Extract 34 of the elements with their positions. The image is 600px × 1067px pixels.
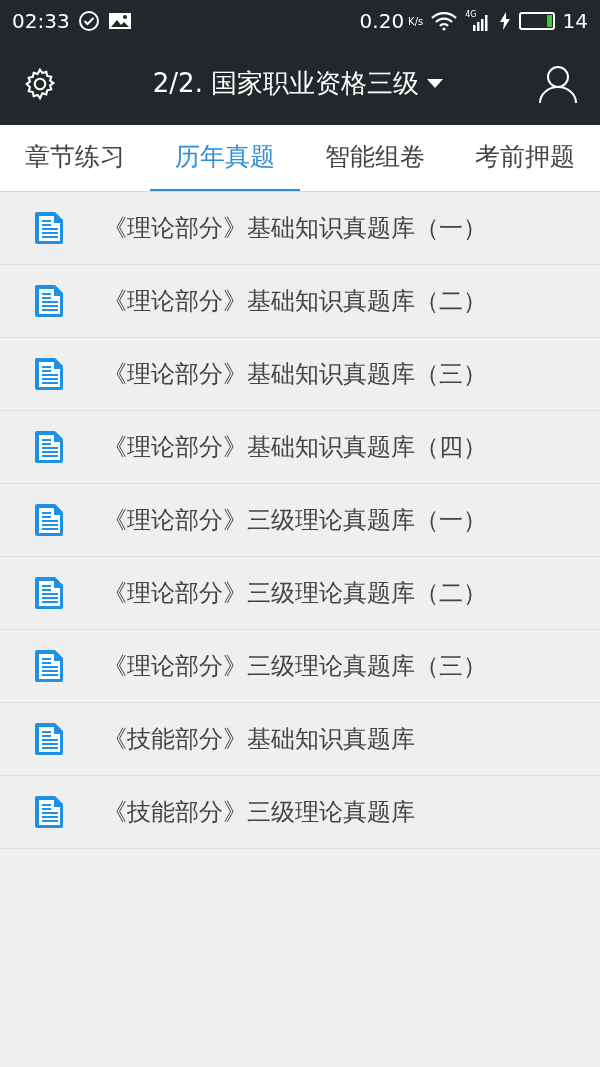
- tab[interactable]: 历年真题: [150, 125, 300, 191]
- tab[interactable]: 章节练习: [0, 125, 150, 191]
- network-speed: 0.20: [359, 8, 405, 35]
- wifi-icon: [431, 11, 458, 31]
- tab[interactable]: 考前押题: [450, 125, 600, 191]
- item-title: 《技能部分》三级理论真题库: [103, 797, 415, 828]
- speed-unit: K/s: [408, 14, 424, 29]
- item-title: 《理论部分》三级理论真题库（二）: [103, 578, 487, 609]
- list-item[interactable]: 《理论部分》基础知识真题库（三）: [0, 338, 600, 411]
- title-dropdown[interactable]: 2/2. 国家职业资格三级: [60, 64, 536, 103]
- clock: 02:33: [12, 8, 70, 35]
- item-title: 《理论部分》三级理论真题库（三）: [103, 651, 487, 682]
- item-title: 《理论部分》基础知识真题库（一）: [103, 213, 487, 244]
- list-item[interactable]: 《理论部分》三级理论真题库（一）: [0, 484, 600, 557]
- list-item[interactable]: 《理论部分》基础知识真题库（二）: [0, 265, 600, 338]
- battery-icon: [518, 12, 555, 30]
- list-item[interactable]: 《技能部分》基础知识真题库: [0, 703, 600, 776]
- list-item[interactable]: 《理论部分》三级理论真题库（二）: [0, 557, 600, 630]
- list-item[interactable]: 《技能部分》三级理论真题库: [0, 776, 600, 849]
- charging-icon: [498, 11, 511, 31]
- item-title: 《理论部分》基础知识真题库（四）: [103, 432, 487, 463]
- item-title: 《理论部分》三级理论真题库（一）: [103, 505, 487, 536]
- list-item[interactable]: 《理论部分》基础知识真题库（四）: [0, 411, 600, 484]
- network-type: 4G: [465, 9, 477, 21]
- list-item[interactable]: 《理论部分》基础知识真题库（一）: [0, 192, 600, 265]
- item-title: 《技能部分》基础知识真题库: [103, 724, 415, 755]
- item-title: 《理论部分》基础知识真题库（三）: [103, 359, 487, 390]
- list-item[interactable]: 《理论部分》三级理论真题库（三）: [0, 630, 600, 703]
- caret-icon: [427, 78, 444, 89]
- tab[interactable]: 智能组卷: [300, 125, 450, 191]
- battery-percent: 14: [562, 8, 588, 35]
- image-icon: [107, 11, 132, 31]
- item-title: 《理论部分》基础知识真题库（二）: [103, 286, 487, 317]
- check-circle-icon: [77, 10, 100, 32]
